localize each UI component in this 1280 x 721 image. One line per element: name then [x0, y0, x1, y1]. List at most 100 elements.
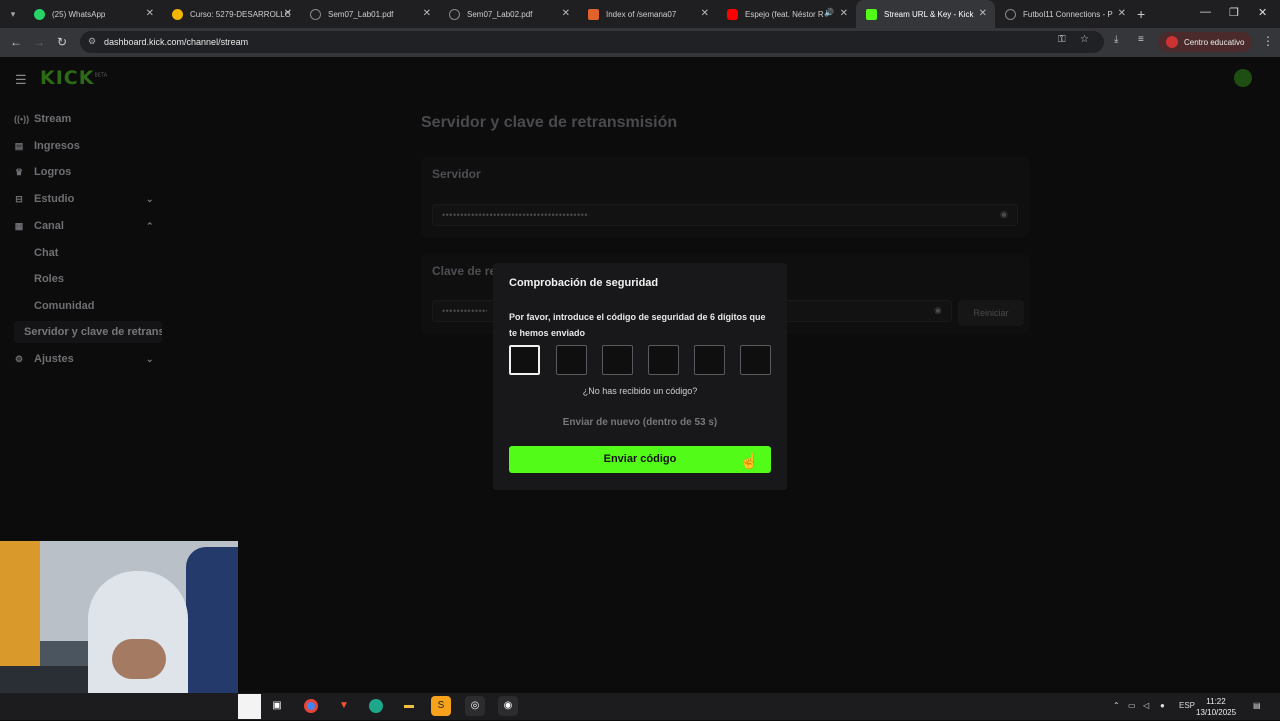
close-icon[interactable]: ✕ [840, 8, 848, 19]
globe-icon [449, 8, 460, 20]
address-bar[interactable]: ⚙ dashboard.kick.com/channel/stream [80, 31, 1104, 53]
sidebar-item-ajustes[interactable]: ⚙ Ajustes ⌄ [14, 349, 162, 369]
code-digit-5-input[interactable] [694, 345, 725, 375]
sidebar-item-label: Ajustes [34, 353, 74, 365]
sidebar-item-comunidad[interactable]: Comunidad [34, 300, 95, 312]
search-box[interactable] [238, 694, 261, 719]
studio-icon: ⊟ [15, 193, 23, 204]
chevron-up-icon: ⌃ [146, 220, 154, 231]
speaker-icon[interactable]: 🔊 [824, 8, 834, 17]
profile-avatar-icon [1166, 36, 1178, 48]
sidebar-item-label: Ingresos [34, 140, 80, 152]
close-icon[interactable]: ✕ [284, 8, 292, 19]
globe-icon [310, 8, 321, 20]
tab-espejo[interactable]: Espejo (feat. Néstor R 🔊 ✕ [717, 0, 856, 28]
sidebar-item-servidor-clave[interactable]: Servidor y clave de retransmisión [14, 321, 162, 343]
code-digit-6-input[interactable] [740, 345, 771, 375]
tab-label: (25) WhatsApp [52, 9, 106, 19]
course-icon [172, 8, 183, 20]
hamburger-menu-icon[interactable]: ☰ [15, 72, 27, 88]
sidebar-item-estudio[interactable]: ⊟ Estudio ⌄ [14, 189, 162, 209]
close-icon[interactable]: ✕ [979, 8, 987, 19]
kick-icon [866, 8, 877, 20]
sidebar-item-ingresos[interactable]: ▤ Ingresos [14, 136, 80, 156]
reset-key-button[interactable]: Reiniciar [958, 300, 1024, 326]
tab-sem07-lab02[interactable]: Sem07_Lab02.pdf ✕ [439, 0, 578, 28]
restore-icon[interactable]: ❐ [1229, 6, 1239, 19]
microphone-icon[interactable]: ● [1160, 701, 1165, 710]
close-icon[interactable]: ✕ [146, 8, 154, 19]
send-code-button[interactable]: Enviar código [509, 446, 771, 473]
windows-taskbar: ▣ ▼ ▬ S ◎ ◉ ⌃ ▭ ◁ ● ESP 11:22 13/10/2025… [0, 693, 1280, 720]
sidebar-item-chat[interactable]: Chat [34, 247, 58, 259]
network-icon[interactable]: ▭ [1128, 701, 1136, 710]
brave-icon[interactable]: ▼ [334, 696, 354, 716]
reload-icon[interactable]: ↻ [57, 35, 67, 49]
close-icon[interactable]: ✕ [423, 8, 431, 19]
wallet-icon: ▤ [14, 140, 24, 151]
tab-whatsapp[interactable]: (25) WhatsApp ✕ [24, 0, 162, 28]
close-icon[interactable]: ✕ [562, 8, 570, 19]
webcam-person [112, 639, 166, 679]
forward-icon[interactable]: → [33, 35, 45, 49]
tab-futbol11[interactable]: Futbol11 Connections - P ✕ [995, 0, 1134, 28]
edge-icon[interactable] [366, 696, 386, 716]
chevron-down-icon: ⌄ [146, 353, 154, 364]
password-key-icon[interactable]: ⚿ [1058, 34, 1066, 45]
tab-course[interactable]: Curso: 5279-DESARROLLO ✕ [162, 0, 300, 28]
tab-kick-stream-key[interactable]: Stream URL & Key - Kick ✕ [856, 0, 995, 28]
browser-tab-strip: ▾ (25) WhatsApp ✕ Curso: 5279-DESARROLLO… [0, 0, 1280, 28]
eye-icon[interactable]: ◉ [934, 305, 942, 316]
notifications-icon[interactable]: ▤ [1253, 701, 1261, 710]
sidebar-item-logros[interactable]: ♛ Logros [14, 162, 71, 182]
sidebar-item-label: Estudio [34, 193, 75, 205]
bookmark-star-icon[interactable]: ☆ [1080, 34, 1089, 45]
profile-button[interactable]: Centro educativo [1158, 32, 1252, 52]
minimize-icon[interactable]: — [1200, 6, 1211, 18]
obs-icon[interactable]: ◎ [465, 696, 485, 716]
code-digit-2-input[interactable] [556, 345, 587, 375]
resend-code-button[interactable]: Enviar de nuevo (dentro de 53 s) [493, 417, 787, 428]
tab-label: Stream URL & Key - Kick [884, 9, 974, 19]
chevron-up-icon[interactable]: ⌃ [1113, 701, 1120, 710]
recording-app-icon[interactable]: ◉ [498, 696, 518, 716]
sidebar-item-label: Logros [34, 166, 72, 178]
logo-beta-label: BETA [94, 72, 108, 79]
modal-title: Comprobación de seguridad [509, 277, 659, 289]
gear-icon: ⚙ [14, 353, 24, 364]
close-icon[interactable]: ✕ [701, 8, 709, 19]
sidebar-item-roles[interactable]: Roles [34, 273, 64, 285]
chevron-down-icon: ⌄ [146, 193, 154, 204]
close-icon[interactable]: ✕ [1118, 8, 1126, 19]
new-tab-icon[interactable]: + [1137, 6, 1145, 22]
code-digit-4-input[interactable] [648, 345, 679, 375]
code-digit-1-input[interactable] [509, 345, 540, 375]
server-url-masked-value: •••••••••••••••••••••••••••••••••••••••• [442, 210, 589, 220]
sublime-text-icon[interactable]: S [431, 696, 451, 716]
back-icon[interactable]: ← [10, 35, 22, 49]
site-info-icon[interactable]: ⚙ [88, 36, 96, 47]
volume-icon[interactable]: ◁ [1143, 701, 1149, 710]
browser-menu-icon[interactable]: ⋮ [1262, 34, 1274, 48]
tab-index-semana07[interactable]: Index of /semana07 ✕ [578, 0, 717, 28]
tab-search-menu-icon[interactable]: ▾ [5, 6, 21, 22]
code-digit-3-input[interactable] [602, 345, 633, 375]
tab-label: Espejo (feat. Néstor R [745, 9, 824, 19]
reading-list-icon[interactable]: ≡ [1138, 34, 1144, 45]
eye-icon[interactable]: ◉ [1000, 209, 1008, 220]
sidebar-item-canal[interactable]: ▦ Canal ⌃ [14, 216, 162, 236]
file-explorer-icon[interactable]: ▬ [399, 696, 419, 716]
taskbar-clock[interactable]: 11:22 13/10/2025 [1196, 696, 1236, 718]
download-icon[interactable]: ⤓ [1114, 34, 1118, 45]
tab-sem07-lab01[interactable]: Sem07_Lab01.pdf ✕ [300, 0, 439, 28]
folder-icon [588, 8, 599, 20]
server-url-field[interactable]: ••••••••••••••••••••••••••••••••••••••••… [432, 204, 1018, 226]
sidebar-item-label: Stream [34, 113, 72, 125]
user-avatar[interactable] [1234, 69, 1252, 87]
language-indicator[interactable]: ESP [1179, 701, 1195, 710]
kick-logo[interactable]: KICKBETA [40, 67, 107, 89]
sidebar-item-stream[interactable]: ((•)) Stream [14, 109, 71, 129]
chrome-icon[interactable] [301, 696, 321, 716]
task-view-icon[interactable]: ▣ [267, 696, 287, 716]
close-window-icon[interactable]: ✕ [1258, 6, 1267, 19]
